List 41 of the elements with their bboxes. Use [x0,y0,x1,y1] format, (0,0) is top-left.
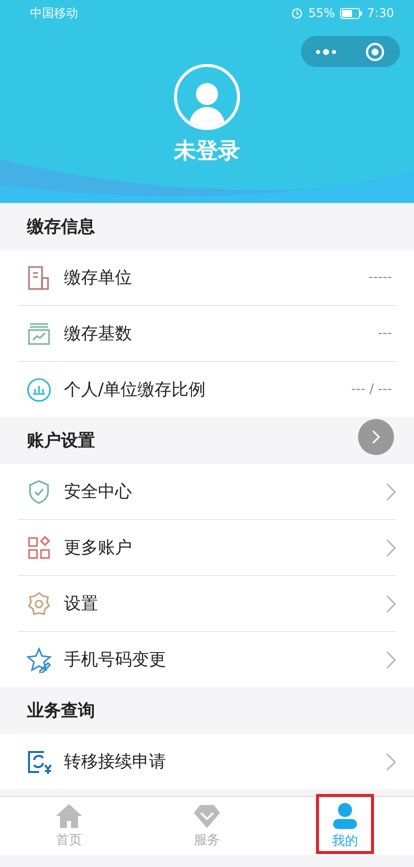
row-label: 个人/单位缴存比例 [64,379,207,401]
chevron-right-icon [386,752,396,770]
grid-icon [26,534,52,560]
battery-icon [340,8,362,18]
home-icon [55,803,83,829]
user-name: 未登录 [174,138,240,166]
section-title: 账户设置 [27,430,95,452]
person-icon [331,802,359,830]
row-label: 转移接续申请 [64,751,167,773]
section-title: 缴存信息 [27,216,95,238]
row-value: ----- [368,270,393,285]
chart-icon [26,320,52,346]
carrier-text: 中国移动 [30,4,78,22]
alarm-icon [291,7,304,19]
row-label: 手机号码变更 [64,649,167,671]
row-label: 安全中心 [64,481,133,503]
chevron-right-icon [386,538,396,556]
row-label: 设置 [64,593,99,615]
section-title: 业务查询 [27,700,95,722]
chevron-right-icon [371,429,381,445]
row-label: 缴存基数 [64,323,133,345]
gear-icon [26,590,52,616]
row-value: --- [378,326,393,341]
bar-chart-icon [26,376,52,402]
chevron-right-icon [386,650,396,668]
star-pencil-icon [26,646,52,672]
building-icon [26,264,52,290]
close-icon[interactable] [365,42,386,62]
row-label: 更多账户 [64,537,133,559]
row-label: 缴存单位 [64,267,133,289]
more-icon[interactable] [314,48,337,56]
clock-time: 7:30 [367,6,394,20]
battery-percent: 55% [308,6,336,20]
chevron-right-icon [386,594,396,612]
transfer-icon [26,748,52,774]
diamond-icon [193,803,221,829]
user-silhouette-icon [187,81,227,127]
row-value: --- / --- [351,382,393,397]
float-next-button[interactable] [358,419,394,455]
shield-icon [26,478,52,504]
chevron-right-icon [386,482,396,500]
